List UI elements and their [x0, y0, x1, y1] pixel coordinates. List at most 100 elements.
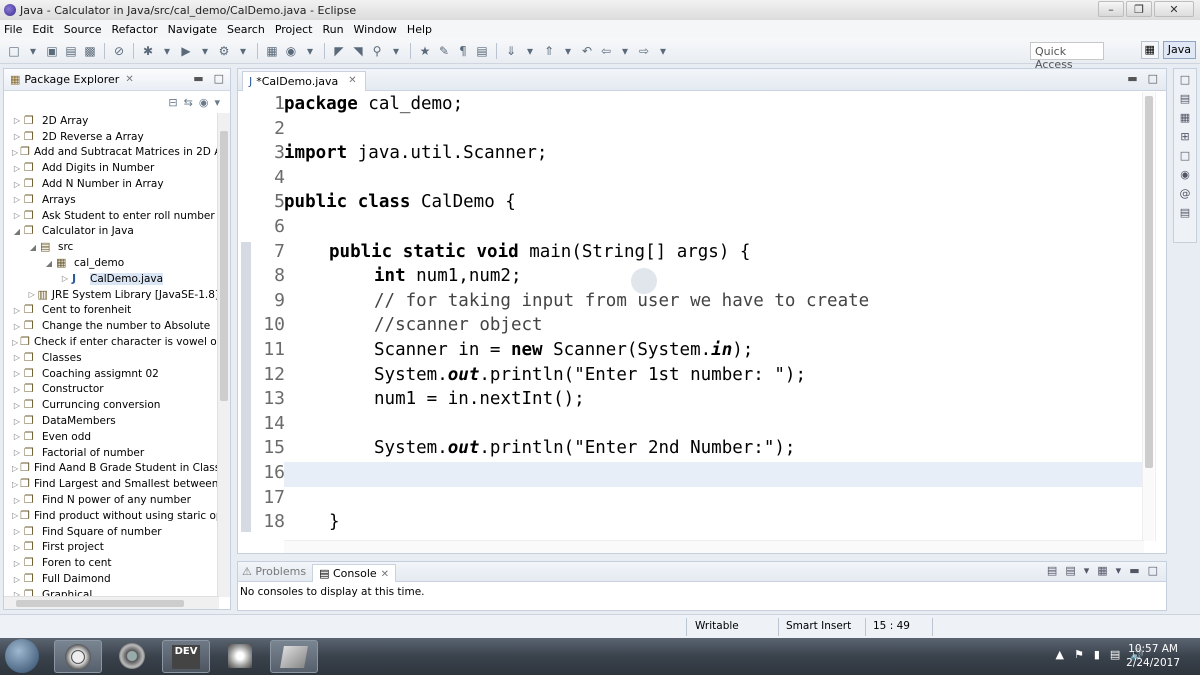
code-line[interactable]: // for taking input from user we have to… — [374, 289, 869, 314]
collapsed-arrow-icon[interactable]: ▷ — [12, 116, 22, 125]
expanded-arrow-icon[interactable]: ◢ — [44, 259, 54, 268]
menu-project[interactable]: Project — [275, 23, 319, 36]
tree-horizontal-scrollbar[interactable] — [4, 596, 219, 609]
menu-help[interactable]: Help — [407, 23, 438, 36]
show-whitespace-icon[interactable]: ¶ — [455, 43, 471, 59]
collapsed-arrow-icon[interactable]: ▷ — [12, 559, 22, 568]
menu-run[interactable]: Run — [322, 23, 349, 36]
dropdown-icon[interactable]: ▾ — [560, 43, 576, 59]
start-button[interactable] — [5, 639, 39, 673]
external-tools-icon[interactable]: ⚙ — [216, 43, 232, 59]
minimize-view-icon[interactable]: ▬ — [1129, 564, 1139, 577]
collapsed-arrow-icon[interactable]: ▷ — [12, 575, 22, 584]
collapsed-arrow-icon[interactable]: ▷ — [12, 195, 22, 204]
tree-item[interactable]: ▷ ❐ Add Digits in Number — [4, 160, 219, 176]
close-tab-icon[interactable]: ✕ — [381, 569, 389, 580]
tree-item[interactable]: ▷ ❐ Arrays — [4, 192, 219, 208]
tree-item[interactable]: ▷ ❐ Curruncing conversion — [4, 397, 219, 413]
code-line[interactable]: package cal_demo; — [284, 92, 463, 117]
tab-problems[interactable]: ⚠ Problems — [242, 565, 306, 578]
tree-item[interactable]: ▷ ❐ Find Largest and Smallest between 3 i — [4, 476, 219, 492]
tree-item[interactable]: ◢ ❐ Calculator in Java — [4, 224, 219, 240]
tree-item[interactable]: ▷ ❐ Full Daimond — [4, 571, 219, 587]
new-java-project-icon[interactable]: ▦ — [264, 43, 280, 59]
show-hidden-icons-icon[interactable]: ▲ — [1055, 648, 1063, 661]
skip-breakpoints-icon[interactable]: ⊘ — [111, 43, 127, 59]
collapse-all-icon[interactable]: ⊟ — [168, 96, 177, 109]
forward-icon[interactable]: ⇨ — [636, 43, 652, 59]
expanded-arrow-icon[interactable]: ◢ — [28, 243, 38, 252]
new-class-icon[interactable]: ◉ — [283, 43, 299, 59]
code-area[interactable]: package cal_demo;import java.util.Scanne… — [284, 92, 1144, 541]
print-icon[interactable]: ▩ — [82, 43, 98, 59]
menu-refactor[interactable]: Refactor — [112, 23, 164, 36]
code-line[interactable]: public static void main(String[] args) { — [329, 240, 750, 265]
maximize-editor-icon[interactable]: □ — [1148, 72, 1158, 85]
outline-icon[interactable]: ▦ — [1180, 111, 1190, 124]
collapsed-arrow-icon[interactable]: ▷ — [12, 132, 22, 141]
collapsed-arrow-icon[interactable]: ▷ — [12, 417, 22, 426]
collapsed-arrow-icon[interactable]: ▷ — [12, 211, 22, 220]
tree-item[interactable]: ▷ ❐ Find Aand B Grade Student in Class — [4, 461, 219, 477]
tree-item[interactable]: ▷ ❐ Check if enter character is vowel or n… — [4, 334, 219, 350]
tree-item[interactable]: ▷ ❐ Even odd — [4, 429, 219, 445]
action-center-flag-icon[interactable]: ⚑ — [1074, 648, 1084, 661]
dropdown-icon[interactable]: ▾ — [1084, 564, 1090, 577]
tree-item[interactable]: ▷ ❐ Find N power of any number — [4, 492, 219, 508]
menu-search[interactable]: Search — [227, 23, 271, 36]
maximize-view-icon[interactable]: □ — [214, 72, 224, 85]
toggle-mark-icon[interactable]: ★ — [417, 43, 433, 59]
last-edit-icon[interactable]: ↶ — [579, 43, 595, 59]
editor-tab-caldemo[interactable]: J *CalDemo.java ✕ — [242, 71, 366, 91]
collapsed-arrow-icon[interactable]: ▷ — [12, 353, 22, 362]
tree-item[interactable]: ▷ ❐ 2D Array — [4, 113, 219, 129]
collapsed-arrow-icon[interactable]: ▷ — [12, 543, 22, 552]
collapsed-arrow-icon[interactable]: ▷ — [12, 496, 22, 505]
tree-item[interactable]: ▷ J CalDemo.java — [4, 271, 219, 287]
dropdown-icon[interactable]: ▾ — [159, 43, 175, 59]
tree-item[interactable]: ◢ ▤ src — [4, 239, 219, 255]
dropdown-icon[interactable]: ▾ — [235, 43, 251, 59]
collapsed-arrow-icon[interactable]: ▷ — [12, 448, 22, 457]
console-view-icon[interactable]: ▤ — [1180, 206, 1190, 219]
tree-item[interactable]: ▷ ❐ Add N Number in Array — [4, 176, 219, 192]
taskbar-app[interactable] — [216, 640, 264, 673]
open-perspective-icon[interactable]: ▦ — [1140, 41, 1159, 59]
collapsed-arrow-icon[interactable]: ▷ — [12, 401, 22, 410]
code-line[interactable]: import java.util.Scanner; — [284, 141, 547, 166]
collapsed-arrow-icon[interactable]: ▷ — [12, 148, 18, 157]
collapsed-arrow-icon[interactable]: ▷ — [12, 369, 22, 378]
menu-edit[interactable]: Edit — [32, 23, 59, 36]
dropdown-icon[interactable]: ▾ — [617, 43, 633, 59]
code-line[interactable]: } — [329, 510, 340, 535]
network-icon[interactable]: ▤ — [1110, 648, 1120, 661]
tree-item[interactable]: ▷ ❐ Find product without using staric ope — [4, 508, 219, 524]
debug-icon[interactable]: ✱ — [140, 43, 156, 59]
restore-icon[interactable]: □ — [1180, 149, 1190, 162]
package-explorer-title[interactable]: Package Explorer — [24, 73, 119, 86]
collapsed-arrow-icon[interactable]: ▷ — [60, 274, 70, 283]
run-icon[interactable]: ▶ — [178, 43, 194, 59]
code-line[interactable]: Scanner in = new Scanner(System.in); — [374, 338, 753, 363]
open-type-icon[interactable]: ◤ — [331, 43, 347, 59]
tree-item[interactable]: ▷ ❐ Foren to cent — [4, 555, 219, 571]
dropdown-icon[interactable]: ▾ — [25, 43, 41, 59]
tree-item[interactable]: ▷ ❐ Add and Subtracat Matrices in 2D Ar — [4, 145, 219, 161]
taskbar-dev-cpp[interactable]: DEV — [162, 640, 210, 673]
code-line[interactable]: //scanner object — [374, 313, 543, 338]
task-list-icon[interactable]: ▤ — [1180, 92, 1190, 105]
quick-access-input[interactable]: Quick Access — [1030, 42, 1104, 71]
editor-horizontal-scrollbar[interactable] — [284, 540, 1144, 553]
collapsed-arrow-icon[interactable]: ▷ — [12, 464, 18, 473]
collapsed-arrow-icon[interactable]: ▷ — [28, 290, 35, 299]
hierarchy-icon[interactable]: ⊞ — [1180, 130, 1189, 143]
dropdown-icon[interactable]: ▾ — [302, 43, 318, 59]
taskbar-eclipse[interactable] — [270, 640, 318, 673]
dropdown-icon[interactable]: ▾ — [522, 43, 538, 59]
pin-console-icon[interactable]: ▤ — [1065, 564, 1075, 577]
next-annotation-icon[interactable]: ⇓ — [503, 43, 519, 59]
collapsed-arrow-icon[interactable]: ▷ — [12, 322, 22, 331]
tree-item[interactable]: ▷ ❐ Ask Student to enter roll number — [4, 208, 219, 224]
editor-vertical-scrollbar[interactable] — [1142, 92, 1154, 541]
tree-item[interactable]: ▷ ❐ First project — [4, 540, 219, 556]
